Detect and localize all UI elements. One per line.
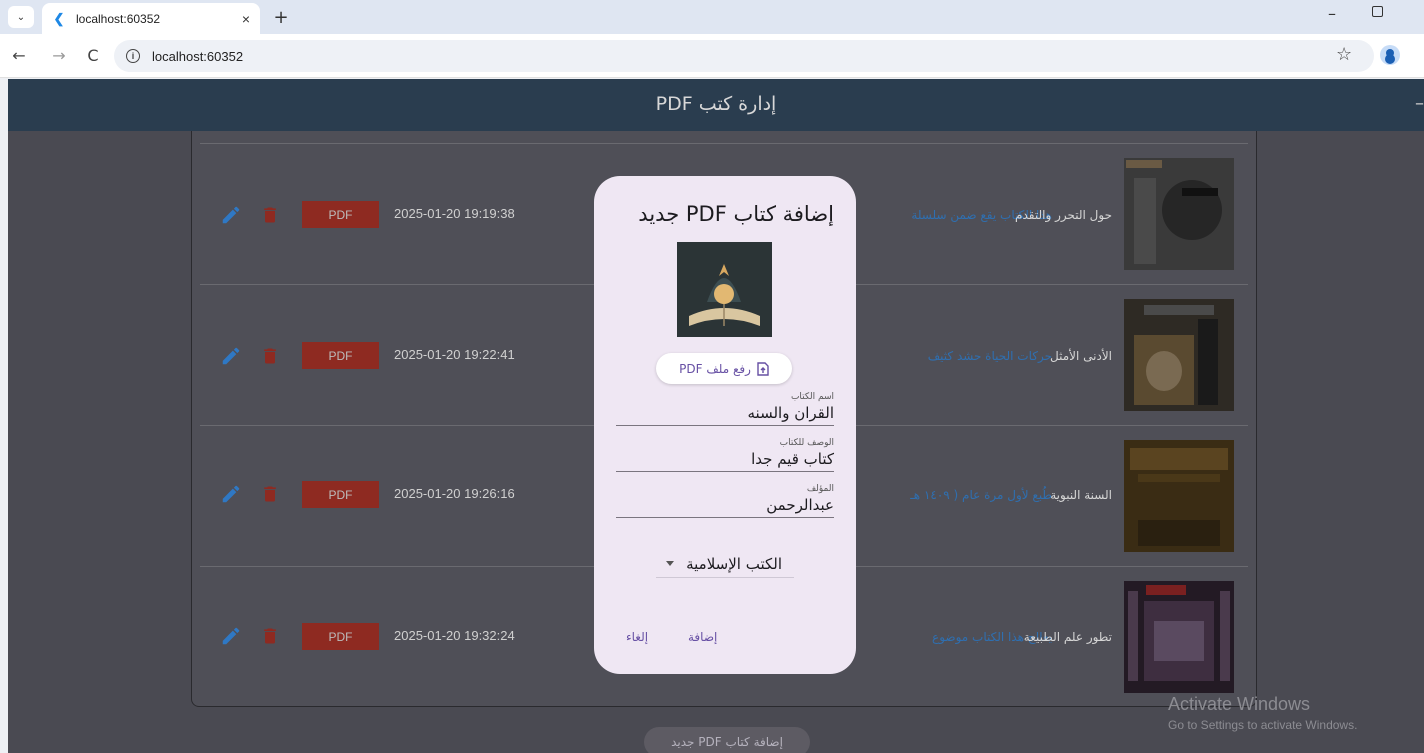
browser-toolbar: ← → C i localhost:60352 (0, 34, 1424, 78)
book-description-input[interactable]: كتاب قيم جدا (616, 449, 834, 471)
upload-pdf-label: رفع ملف PDF (679, 361, 751, 376)
book-cover-image (1124, 581, 1234, 693)
open-pdf-button[interactable]: PDF (302, 623, 379, 650)
delete-icon[interactable] (260, 625, 280, 647)
forward-button[interactable]: → (48, 44, 70, 66)
delete-icon[interactable] (260, 483, 280, 505)
left-edge (0, 79, 8, 753)
add-book-dialog: إضافة كتاب PDF جديد رفع ملف PDF اسم الكت… (594, 176, 856, 674)
windows-activation-title: Activate Windows (1168, 694, 1311, 714)
book-title: حول التحرر والتقدم (1015, 208, 1112, 222)
book-title: السنة النبوية (1050, 488, 1112, 502)
window-maximize-button[interactable] (1372, 6, 1383, 17)
book-author-input[interactable]: عبدالرحمن (616, 495, 834, 517)
browser-tabstrip: ⌄ ❮ localhost:60352 × + – (0, 0, 1424, 34)
browser-tab[interactable]: ❮ localhost:60352 × (42, 3, 260, 34)
book-date: 2025-01-20 19:26:16 (394, 486, 515, 501)
book-date: 2025-01-20 19:19:38 (394, 206, 515, 221)
book-name-input[interactable]: القران والسنه (616, 403, 834, 425)
book-cover-image (1124, 299, 1234, 411)
tab-close-icon[interactable]: × (242, 11, 250, 27)
book-author-field[interactable]: المؤلف عبدالرحمن (616, 483, 834, 518)
dialog-book-cover-image (677, 242, 772, 337)
delete-icon[interactable] (260, 345, 280, 367)
app-title: إدارة كتب PDF (655, 93, 777, 115)
open-pdf-button[interactable]: PDF (302, 481, 379, 508)
book-description-field[interactable]: الوصف للكتاب كتاب قيم جدا (616, 437, 834, 472)
book-cover-image (1124, 158, 1234, 270)
open-pdf-button[interactable]: PDF (302, 201, 379, 228)
address-bar-url: localhost:60352 (152, 48, 244, 64)
book-title: تطور علم الطبيعة (1023, 630, 1112, 644)
dialog-title: إضافة كتاب PDF جديد (638, 202, 834, 226)
edit-icon[interactable] (220, 345, 242, 367)
dropdown-caret-icon (666, 561, 674, 566)
bookmark-star-icon[interactable]: ☆ (1336, 44, 1352, 65)
flutter-favicon-icon: ❮ (53, 10, 65, 26)
book-title: الأدنى الأمثل (1050, 349, 1112, 363)
book-name-label: اسم الكتاب (790, 392, 834, 402)
profile-avatar-icon[interactable] (1380, 45, 1400, 65)
book-author-label: المؤلف (806, 484, 834, 494)
back-button[interactable]: ← (8, 44, 30, 66)
add-new-book-button[interactable]: إضافة كتاب PDF جديد (644, 727, 810, 753)
windows-activation-subtitle: Go to Settings to activate Windows. (1168, 718, 1358, 732)
category-selected-value: الكتب الإسلامية (686, 554, 782, 573)
edit-icon[interactable] (220, 625, 242, 647)
cancel-button[interactable]: إلغاء (626, 630, 648, 644)
site-info-icon[interactable]: i (126, 49, 140, 63)
book-description[interactable]: حركات الحياة حشد كثيف (928, 349, 1052, 363)
tab-title: localhost:60352 (76, 11, 161, 26)
book-name-field[interactable]: اسم الكتاب القران والسنه (616, 391, 834, 426)
book-description-label: الوصف للكتاب (779, 438, 834, 448)
edit-icon[interactable] (220, 483, 242, 505)
window-minimize-button[interactable]: – (1328, 4, 1336, 23)
book-date: 2025-01-20 19:22:41 (394, 347, 515, 362)
address-bar[interactable]: i localhost:60352 (114, 40, 1374, 72)
confirm-add-button[interactable]: إضافة (688, 630, 717, 644)
app-bar-edge-icon: – (1415, 93, 1424, 114)
app-bar: إدارة كتب PDF – (8, 79, 1424, 131)
upload-file-icon (757, 361, 769, 376)
open-pdf-button[interactable]: PDF (302, 342, 379, 369)
tab-search-dropdown-icon[interactable]: ⌄ (8, 6, 34, 28)
new-tab-button[interactable]: + (270, 6, 292, 28)
book-cover-image (1124, 440, 1234, 552)
reload-button[interactable]: C (82, 44, 104, 66)
upload-pdf-button[interactable]: رفع ملف PDF (656, 353, 792, 384)
category-dropdown[interactable]: الكتب الإسلامية (656, 550, 794, 578)
delete-icon[interactable] (260, 204, 280, 226)
book-date: 2025-01-20 19:32:24 (394, 628, 515, 643)
book-description[interactable]: طُبع لأول مرة عام ( ١٤٠٩ هـ (910, 488, 1052, 502)
edit-icon[interactable] (220, 204, 242, 226)
